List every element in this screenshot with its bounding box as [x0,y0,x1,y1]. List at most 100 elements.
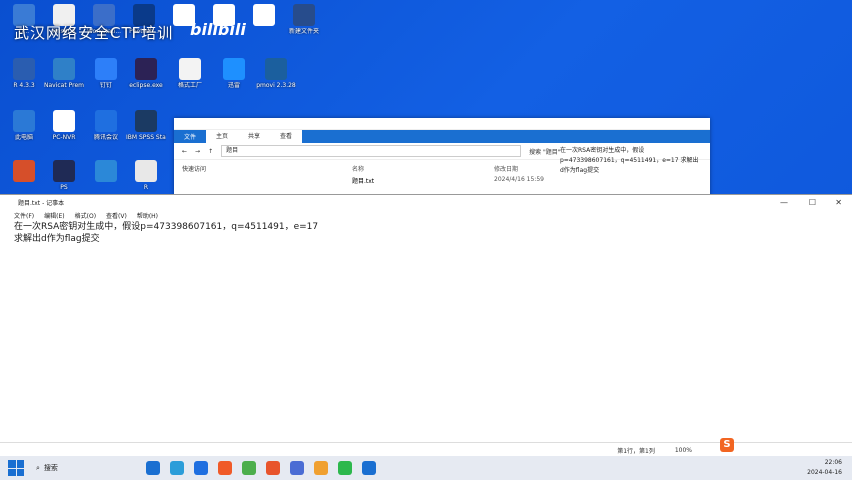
clock-date: 2024-04-16 [807,469,842,476]
desktop-icon[interactable]: IBM SPSS Statistics 25 [126,110,166,142]
desktop-icon[interactable]: Navicat Premium 15 [44,58,84,90]
status-position: 第1行，第1列 [617,447,655,455]
maximize-icon[interactable]: ☐ [809,198,816,207]
search-icon: ⌕ [36,463,40,472]
taskbar-app-icon[interactable] [193,461,208,475]
taskbar-app-icon[interactable] [289,461,304,475]
desktop-icon-label: 新建文件夹 [288,28,319,35]
desktop-icon-label: 迅雷 [227,82,240,89]
taskbar-app-icon[interactable] [361,461,376,475]
desktop-icon[interactable]: PS [44,160,84,192]
back-icon[interactable]: ← [182,148,187,155]
taskbar: ⌕ 搜索 22:06 2024-04-16 [0,456,852,480]
tab-home[interactable]: 主页 [206,130,239,143]
desktop-icon[interactable] [4,160,44,184]
tab-file[interactable]: 文件 [174,132,206,141]
notepad-menu: 文件(F) 编辑(E) 格式(O) 查看(V) 帮助(H) [0,209,852,221]
status-zoom: 100% [674,446,692,454]
taskbar-app-icon[interactable] [217,461,232,475]
desktop-icon[interactable]: 格式工厂 [170,58,210,90]
desktop-icon[interactable]: R [126,160,166,192]
desktop-icon-label: 此电脑 [14,134,33,141]
clock-time: 22:06 [824,459,842,466]
search-input[interactable]: 搜索 "题目" [529,147,560,156]
desktop-icon[interactable]: 新建文件夹 [284,4,324,36]
taskbar-app-icon[interactable] [169,461,184,475]
desktop-icon-label: PS [60,184,68,191]
close-icon[interactable]: ✕ [835,198,842,207]
minimize-icon[interactable]: — [780,198,788,207]
bilibili-logo: bilibili [190,20,246,39]
search-label: 搜索 [43,464,58,472]
menu-help[interactable]: 帮助(H) [137,211,158,220]
app-icon [179,58,201,80]
desktop-icon-label: PC-NVR [52,134,76,141]
column-name[interactable]: 名称 [352,164,364,173]
app-icon [135,110,157,132]
nav-quick-access[interactable]: 快速访问 [182,164,206,173]
explorer-titlebar[interactable] [174,118,710,130]
desktop-icon[interactable]: 此电脑 [4,110,44,142]
app-icon [253,4,275,26]
notepad-text-area[interactable]: 在一次RSA密钥对生成中，假设p=473398607161，q=4511491，… [0,221,852,245]
app-icon [95,160,117,182]
app-icon [95,58,117,80]
desktop-icon-label: R [143,184,149,191]
app-icon [135,58,157,80]
desktop-icon[interactable]: 腾讯会议 [86,110,126,142]
desktop-icon-label: eclipse.exe [129,82,163,89]
column-modified[interactable]: 修改日期 [494,164,518,173]
desktop-icon[interactable] [244,4,284,28]
desktop-icon-label: Navicat Premium 15 [44,82,84,89]
app-icon [13,160,35,182]
desktop-icon[interactable]: 迅雷 [214,58,254,90]
menu-format[interactable]: 格式(O) [75,211,96,220]
system-tray[interactable]: 22:06 2024-04-16 [807,458,842,478]
taskbar-app-icon[interactable] [313,461,328,475]
forward-icon[interactable]: → [195,148,200,155]
desktop-icon-label: R 4.3.3 [13,82,35,89]
app-icon [53,160,75,182]
address-input[interactable]: 题目 [221,145,522,157]
desktop-icon-label: 腾讯会议 [93,134,118,141]
desktop-icon[interactable]: pmovi 2.3.28 [256,58,296,90]
app-icon [53,110,75,132]
app-icon [265,58,287,80]
desktop-icon[interactable]: eclipse.exe [126,58,166,90]
menu-file[interactable]: 文件(F) [14,211,34,220]
file-row-date: 2024/4/16 15:59 [494,176,544,183]
file-explorer-window[interactable]: 文件 主页 共享 查看 ← → ↑ 题目 搜索 "题目" 快速访问 名称 修改日… [174,118,710,198]
preview-pane: 在一次RSA密钥对生成中，假设p=473398607161，q=4511491，… [560,147,699,174]
notepad-window[interactable]: 题目.txt - 记事本 — ☐ ✕ 文件(F) 编辑(E) 格式(O) 查看(… [0,194,852,457]
taskbar-app-icon[interactable] [337,461,352,475]
app-icon [135,160,157,182]
tab-share[interactable]: 共享 [238,130,271,143]
up-icon[interactable]: ↑ [208,148,213,155]
taskbar-search[interactable]: ⌕ 搜索 [36,463,58,473]
notepad-titlebar[interactable]: 题目.txt - 记事本 — ☐ ✕ [0,195,852,209]
menu-view[interactable]: 查看(V) [106,211,127,220]
start-button[interactable] [8,460,24,476]
desktop-icon-label: pmovi 2.3.28 [256,82,296,89]
desktop-icon[interactable] [86,160,126,184]
desktop-icon-label: 格式工厂 [177,82,202,89]
desktop-icon[interactable]: 钉钉 [86,58,126,90]
explorer-ribbon: 文件 主页 共享 查看 [174,130,710,143]
desktop-icon-label: 钉钉 [99,82,112,89]
desktop-icon[interactable]: R 4.3.3 [4,58,44,90]
taskbar-app-icon[interactable] [265,461,280,475]
app-icon [223,58,245,80]
taskbar-app-icon[interactable] [145,461,160,475]
tab-view[interactable]: 查看 [270,130,303,143]
menu-edit[interactable]: 编辑(E) [44,211,64,220]
app-icon [13,110,35,132]
sogou-ime-icon[interactable]: S [720,438,734,452]
app-icon [95,110,117,132]
file-row-name[interactable]: 题目.txt [352,176,374,185]
notepad-title: 题目.txt - 记事本 [18,199,65,207]
taskbar-apps [145,461,376,475]
taskbar-app-icon[interactable] [241,461,256,475]
desktop-icon-label: IBM SPSS Statistics 25 [126,134,166,141]
app-icon [13,58,35,80]
desktop-icon[interactable]: PC-NVR [44,110,84,142]
